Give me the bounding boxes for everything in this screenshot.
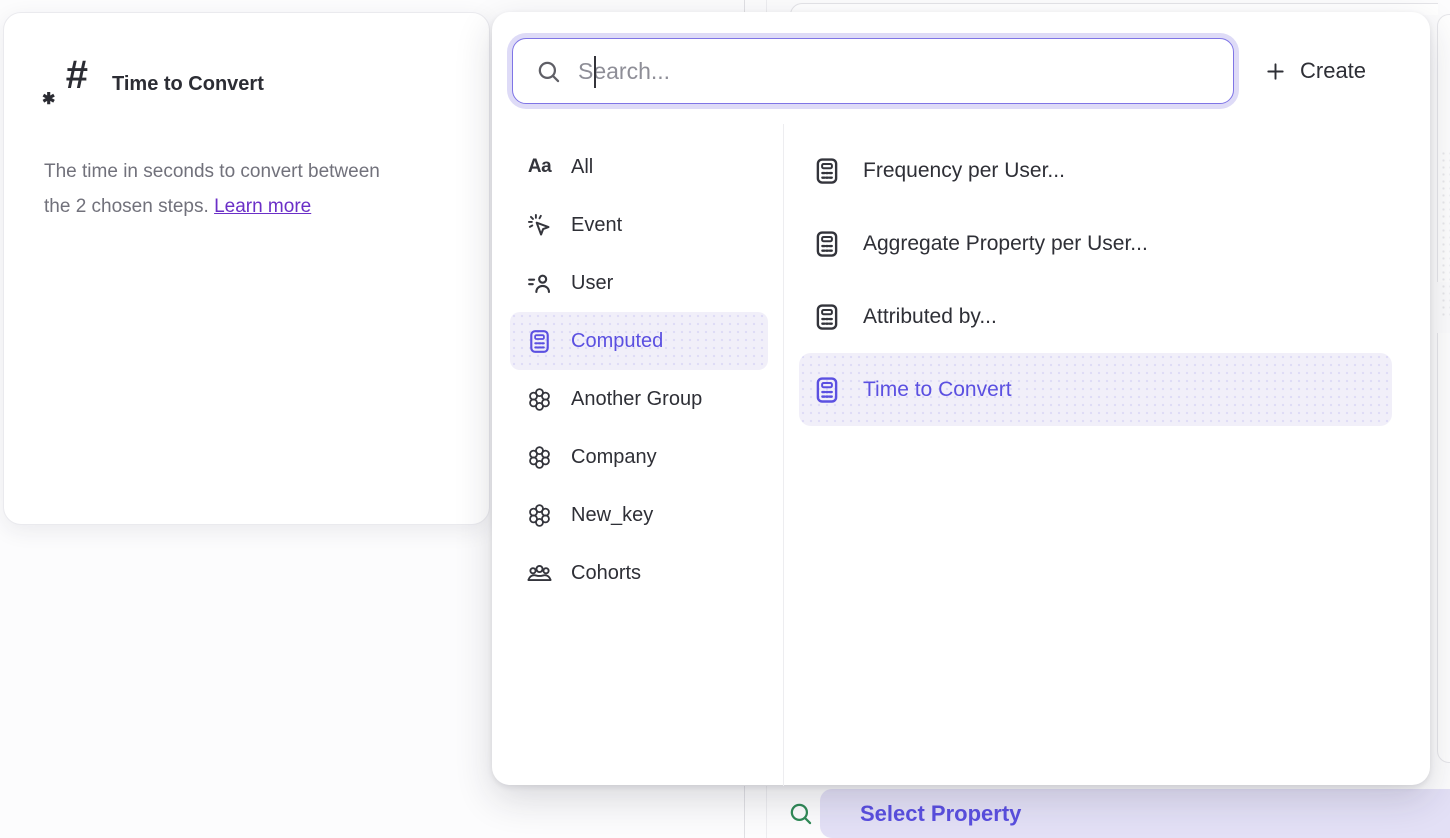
property-label: Time to Convert [863,378,1012,402]
group-cluster-icon [526,444,553,471]
category-label: Event [571,214,622,237]
user-icon [526,270,553,297]
category-label: New_key [571,504,653,527]
category-event[interactable]: Event [510,196,768,254]
category-all[interactable]: Aa All [510,138,768,196]
property-label: Attributed by... [863,305,997,329]
property-aggregate-property-per-user[interactable]: Aggregate Property per User... [799,207,1392,280]
category-new-key[interactable]: New_key [510,486,768,544]
category-label: Computed [571,330,663,353]
category-company[interactable]: Company [510,428,768,486]
list-divider [783,124,784,786]
property-label: Frequency per User... [863,159,1065,183]
tooltip-description: The time in seconds to convert between t… [44,154,444,224]
select-property-label: Select Property [860,801,1021,827]
category-label: User [571,272,613,295]
property-frequency-per-user[interactable]: Frequency per User... [799,134,1392,207]
property-attributed-by[interactable]: Attributed by... [799,280,1392,353]
tooltip-description-line2: the 2 chosen steps. [44,196,209,217]
category-list: Aa All Event User Computed Another Group… [510,138,768,602]
category-label: Company [571,446,657,469]
calculator-icon [526,328,553,355]
property-time-to-convert[interactable]: Time to Convert [799,353,1392,426]
computed-number-icon: # ✱ [43,59,87,107]
category-user[interactable]: User [510,254,768,312]
calculator-icon [812,302,842,332]
event-click-icon [526,212,553,239]
background-card-edge [1437,333,1450,763]
property-label: Aggregate Property per User... [863,232,1148,256]
category-cohorts[interactable]: Cohorts [510,544,768,602]
calculator-icon [812,375,842,405]
property-picker-popup: Create Aa All Event User Computed Anothe… [492,12,1430,785]
category-label: Another Group [571,388,702,411]
create-button[interactable]: Create [1264,52,1366,90]
learn-more-link[interactable]: Learn more [214,196,311,217]
background-column-border [766,786,767,838]
group-cluster-icon [526,386,553,413]
plus-icon [1264,60,1287,83]
category-label: Cohorts [571,562,641,585]
property-list: Frequency per User... Aggregate Property… [799,134,1392,426]
create-button-label: Create [1300,58,1366,84]
tooltip-description-line1: The time in seconds to convert between [44,161,380,182]
tooltip-title: Time to Convert [112,73,264,96]
select-property-field[interactable]: Select Property [820,789,1450,838]
category-computed[interactable]: Computed [510,312,768,370]
select-property-search-icon [787,800,814,827]
text-caret [594,56,596,88]
search-input[interactable] [578,58,1178,85]
property-tooltip-card: # ✱ Time to Convert The time in seconds … [3,12,490,525]
calculator-icon [812,156,842,186]
cohorts-icon [526,560,553,587]
background-dot-texture [1440,150,1450,320]
category-label: All [571,156,593,179]
text-aa-icon: Aa [526,154,553,181]
search-box[interactable] [512,38,1234,104]
group-cluster-icon [526,502,553,529]
background-column-border [744,786,745,838]
category-another-group[interactable]: Another Group [510,370,768,428]
calculator-icon [812,229,842,259]
search-icon [535,58,562,85]
